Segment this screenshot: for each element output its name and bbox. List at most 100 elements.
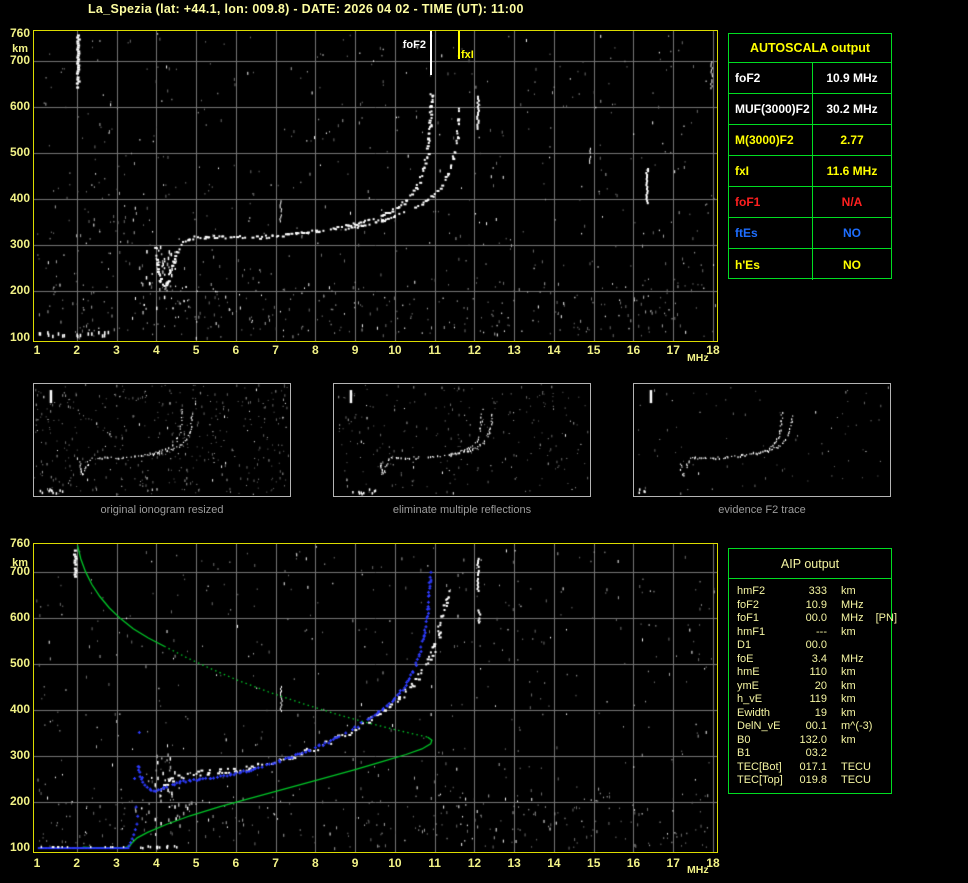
aip-row-label: DelN_vE bbox=[737, 720, 781, 732]
aip-row-unit: m^(-3) bbox=[841, 720, 873, 732]
thumbnail-eliminate-canvas bbox=[334, 384, 590, 496]
aip-row-unit: TECU bbox=[841, 774, 871, 786]
autoscala-row: foF1 N/A bbox=[729, 187, 891, 218]
aip-row: B0 132.0 km bbox=[737, 734, 891, 748]
y-tick-label: 500 bbox=[9, 655, 30, 670]
y-tick-label: 600 bbox=[9, 609, 30, 624]
x-tick-label: 1 bbox=[33, 856, 41, 870]
aip-row-unit: km bbox=[841, 706, 856, 719]
x-tick-label: 9 bbox=[351, 343, 359, 357]
autoscala-row-value: 2.77 bbox=[840, 133, 864, 147]
aip-row-label: Ewidth bbox=[737, 706, 771, 719]
aip-row-extra: [PN] bbox=[875, 612, 898, 624]
autoscala-row-value: 10.9 MHz bbox=[826, 71, 878, 85]
x-tick-label: 16 bbox=[626, 343, 641, 357]
autoscala-row: M(3000)F2 2.77 bbox=[729, 125, 891, 156]
x-tick-label: 13 bbox=[507, 856, 521, 870]
autoscala-row: ftEs NO bbox=[729, 218, 891, 249]
thumbnail-caption-eliminate: eliminate multiple reflections bbox=[392, 504, 532, 516]
x-tick-label: 15 bbox=[587, 856, 601, 870]
thumbnail-f2-trace bbox=[633, 383, 891, 497]
autoscala-row-label: M(3000)F2 bbox=[729, 125, 813, 155]
top-ionogram-canvas bbox=[34, 31, 717, 341]
autoscala-row-value: N/A bbox=[841, 195, 863, 209]
aip-row-value: 00.0 bbox=[805, 612, 827, 624]
fxi-marker-line bbox=[457, 31, 460, 59]
x-tick-label: 8 bbox=[312, 856, 319, 870]
x-tick-label: 14 bbox=[547, 856, 561, 870]
x-tick-label: 1 bbox=[33, 343, 41, 357]
autoscala-row: h'Es NO bbox=[729, 249, 891, 280]
aip-row: ymE 20 km bbox=[737, 680, 891, 694]
aip-row-label: B0 bbox=[737, 733, 751, 746]
x-tick-label: 11 bbox=[428, 343, 441, 357]
autoscala-row-value: 11.6 MHz bbox=[826, 164, 878, 178]
aip-row: DelN_vE 00.1 m^(-3) bbox=[737, 720, 891, 734]
autoscala-row-label: foF2 bbox=[729, 63, 813, 93]
x-tick-label: 17 bbox=[666, 856, 680, 870]
y-tick-label: 400 bbox=[9, 701, 30, 716]
aip-row-value: 017.1 bbox=[799, 760, 827, 773]
y-tick-label: 760 bbox=[9, 536, 30, 550]
autoscala-row-value: NO bbox=[843, 226, 861, 240]
aip-row-value: 10.9 bbox=[805, 598, 827, 611]
x-tick-label: 12 bbox=[467, 343, 482, 357]
aip-row-label: hmF2 bbox=[737, 585, 766, 597]
aip-table-rows: hmF2 333 km foF2 10.9 MHz foF1 00.0 MHz [PN] hmF1 -… bbox=[729, 579, 897, 788]
top-y-unit-label: km bbox=[12, 43, 28, 55]
aip-row-unit: km bbox=[841, 679, 856, 692]
aip-row-unit: MHz bbox=[841, 612, 864, 624]
aip-row: hmF2 333 km bbox=[737, 585, 891, 599]
aip-row: foE 3.4 MHz bbox=[737, 653, 891, 667]
aip-row-value: 333 bbox=[808, 585, 827, 597]
x-tick-label: 11 bbox=[428, 856, 441, 870]
thumbnail-caption-f2: evidence F2 trace bbox=[718, 504, 806, 516]
autoscala-row-value: NO bbox=[843, 257, 861, 272]
x-tick-label: 4 bbox=[152, 856, 160, 870]
y-tick-label: 760 bbox=[9, 25, 30, 40]
aip-row-label: B1 bbox=[737, 747, 751, 759]
y-tick-label: 400 bbox=[9, 191, 30, 206]
aip-row-label: D1 bbox=[737, 639, 752, 651]
x-tick-label: 8 bbox=[312, 343, 319, 357]
y-tick-label: 500 bbox=[9, 145, 30, 160]
aip-row-value: 3.4 bbox=[811, 652, 827, 665]
x-tick-label: 15 bbox=[587, 343, 601, 357]
x-tick-label: 10 bbox=[388, 856, 402, 870]
aip-row-value: 019.8 bbox=[799, 774, 827, 786]
aip-row-unit: MHz bbox=[841, 652, 864, 665]
fof2-marker-label: foF2 bbox=[402, 39, 426, 51]
aip-row-value: 00.1 bbox=[805, 720, 827, 732]
autoscala-row-value: 30.2 MHz bbox=[826, 102, 878, 116]
aip-row-label: foF2 bbox=[737, 598, 760, 611]
aip-row-value: 00.0 bbox=[805, 639, 827, 651]
y-tick-label: 600 bbox=[9, 99, 30, 114]
autoscala-row: MUF(3000)F2 30.2 MHz bbox=[729, 94, 891, 125]
aip-row-label: hmF1 bbox=[737, 625, 766, 638]
thumbnail-f2-canvas bbox=[634, 384, 890, 496]
x-tick-label: 7 bbox=[272, 856, 279, 870]
autoscala-row-label: ftEs bbox=[729, 218, 813, 248]
aip-row-unit: km bbox=[841, 625, 856, 638]
x-tick-label: 10 bbox=[388, 343, 402, 357]
aip-row-unit: km bbox=[841, 693, 856, 705]
x-tick-label: 7 bbox=[272, 343, 279, 357]
station-title: La_Spezia (lat: +44.1, lon: 009.8) - DAT… bbox=[88, 2, 524, 16]
thumbnail-caption-original: original ionogram resized bbox=[100, 504, 224, 516]
autoscala-table-header: AUTOSCALA output bbox=[729, 34, 891, 63]
aip-row-value: 119 bbox=[809, 693, 827, 705]
aip-row-label: h_vE bbox=[737, 693, 763, 705]
autoscala-table-rows: foF2 10.9 MHz MUF(3000)F2 30.2 MHz M(3000)F2… bbox=[729, 63, 891, 280]
y-tick-label: 700 bbox=[9, 53, 30, 68]
x-tick-label: 6 bbox=[232, 343, 240, 357]
aip-row-unit: TECU bbox=[841, 760, 871, 773]
fof2-marker-line bbox=[429, 31, 432, 75]
aip-row-label: hmE bbox=[737, 666, 760, 678]
aip-row-label: TEC[Top] bbox=[737, 774, 783, 786]
aip-row: B1 03.2 bbox=[737, 747, 891, 761]
aip-row: h_vE 119 km bbox=[737, 693, 891, 707]
autoscala-row-label: MUF(3000)F2 bbox=[729, 94, 813, 124]
x-tick-label: 2 bbox=[73, 856, 81, 870]
y-tick-label: 100 bbox=[9, 329, 30, 344]
aip-table-header: AIP output bbox=[729, 549, 891, 579]
